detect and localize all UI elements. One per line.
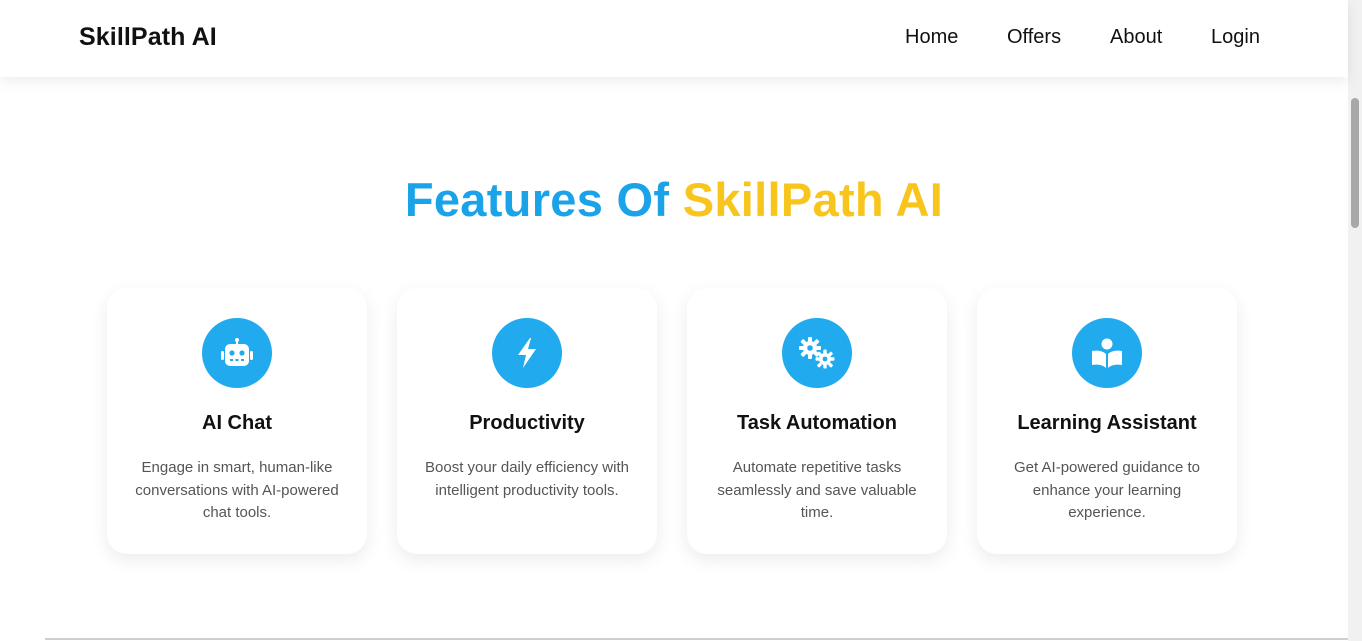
feature-card-ai-chat: AI Chat Engage in smart, human-like conv… <box>107 288 367 554</box>
title-part-1: Features Of <box>404 173 670 226</box>
vertical-scrollbar[interactable] <box>1348 0 1362 641</box>
feature-card-productivity: Productivity Boost your daily efficiency… <box>397 288 657 554</box>
book-reader-icon <box>1072 318 1142 388</box>
card-description: Automate repetitive tasks seamlessly and… <box>717 459 917 521</box>
lightning-bolt-icon <box>492 318 562 388</box>
title-part-2: SkillPath AI <box>682 173 944 226</box>
card-title: AI Chat <box>202 412 272 434</box>
section-divider <box>45 638 1348 640</box>
scrollbar-thumb[interactable] <box>1351 98 1359 228</box>
gears-icon <box>782 318 852 388</box>
card-title: Learning Assistant <box>1017 412 1197 434</box>
navbar: SkillPath AI Home Offers About Login <box>0 0 1348 77</box>
section-title: Features Of SkillPath AI <box>0 172 1348 227</box>
nav-link-offers[interactable]: Offers <box>1007 26 1061 49</box>
nav-link-home[interactable]: Home <box>905 26 958 49</box>
card-title: Productivity <box>469 412 585 434</box>
robot-icon <box>202 318 272 388</box>
feature-card-task-automation: Task Automation Automate repetitive task… <box>687 288 947 554</box>
page: SkillPath AI Home Offers About Login Fea… <box>0 0 1362 641</box>
feature-card-learning-assistant: Learning Assistant Get AI-powered guidan… <box>977 288 1237 554</box>
nav-links: Home Offers About Login <box>0 26 1348 52</box>
card-description: Get AI-powered guidance to enhance your … <box>1014 459 1200 521</box>
card-description: Boost your daily efficiency with intelli… <box>425 459 629 499</box>
card-description: Engage in smart, human-like conversation… <box>135 459 339 521</box>
nav-link-login[interactable]: Login <box>1211 26 1260 49</box>
nav-link-about[interactable]: About <box>1110 26 1162 49</box>
card-title: Task Automation <box>736 412 897 434</box>
